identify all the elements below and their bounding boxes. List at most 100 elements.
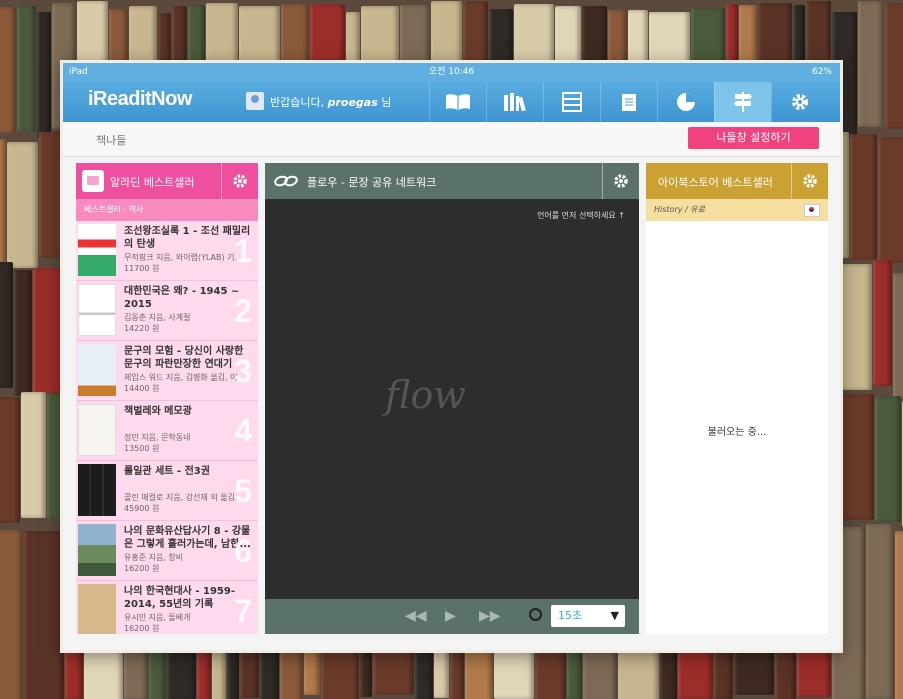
page-title: 책나들 [96,134,127,147]
avatar[interactable] [246,92,264,110]
sub-header: 책나들 나들창 설정하기 [63,122,840,157]
book-cover [78,404,116,456]
book-author: 김동춘 지음, 사계절 [124,313,191,322]
tab-notes[interactable] [600,82,657,122]
book-spine [878,137,903,263]
book-title: 책벌레와 메모광 [124,406,192,417]
arrow-up-icon: ↑ [618,211,625,220]
book-spine [0,262,13,388]
panel-header: 알라딘 베스트셀러 [76,163,258,199]
list-item[interactable]: 대한민국은 왜? - 1945 ~ 2015 김동춘 지음, 사계절 14220… [76,281,258,341]
rank-number: 1 [234,233,252,269]
loading-text: 불러오는 중... [707,427,767,438]
tab-library[interactable] [486,82,543,122]
top-navbar: iReaditNow 반갑습니다, proegas 님 [63,82,840,122]
setup-button[interactable]: 나들창 설정하기 [688,127,819,149]
list-item[interactable]: 조선왕조실록 1 - 조선 패밀리의 탄생 무적핑크 지음, 와이랩(YLAB)… [76,221,258,281]
tab-chart[interactable] [657,82,714,122]
book-icon [446,94,470,110]
book-spine [14,270,32,396]
book-author: 무적핑크 지음, 와이랩(YLAB) 기... [124,253,243,262]
book-cover [78,224,116,276]
aladin-bestseller-panel: 알라딘 베스트셀러 베스트셀러 - 역사 조선왕조실록 1 - 조선 패밀리의 … [76,163,258,634]
rank-number: 3 [234,353,252,389]
signpost-icon [734,92,752,112]
greeting: 반갑습니다, proegas 님 [270,94,391,110]
book-icon [82,170,104,192]
book-author: 정민 지음, 문학동네 [124,433,191,442]
status-bar: iPad 오전 10:46 62% [63,63,840,82]
panel-settings-button[interactable] [791,163,828,199]
notes-icon [622,94,636,111]
book-author: 유홍준 지음, 창비 [124,553,184,562]
tab-shelf[interactable] [543,82,600,122]
book-spine [893,273,903,399]
book-title: 문구의 모험 - 당신이 사랑한 문구의 파란만장한 연대기 [124,346,244,370]
book-title: 나의 한국현대사 - 1959-2014, 55년의 기록 [124,586,235,610]
tab-signpost[interactable] [714,82,771,122]
gear-icon [233,174,247,188]
book-cover [78,584,116,634]
interval-select[interactable]: 15초 ▼ [551,605,625,627]
rank-number: 4 [234,413,252,449]
book-author: 유시민 지음, 돌베개 [124,613,191,622]
panel-settings-button[interactable] [221,163,258,199]
ibookstore-bestseller-panel: 아이북스토어 베스트셀러 History / 유료 불러오는 중... [646,163,828,634]
book-price: 13500 원 [124,444,160,453]
rank-number: 5 [234,473,252,509]
settings-icon [792,94,808,110]
play-icon[interactable]: ▶ [445,608,456,624]
rank-number: 7 [234,593,252,629]
username: proegas [327,96,378,109]
book-cover [78,344,116,396]
book-title: 나의 문화유산답사기 8 - 강물은 그렇게 흘러가는데, 남한... [124,526,251,550]
book-spine [841,394,874,520]
list-item[interactable]: 나의 문화유산답사기 8 - 강물은 그렇게 흘러가는데, 남한... 유홍준 … [76,521,258,581]
rewind-icon[interactable]: ◀◀ [405,608,427,624]
panel-settings-button[interactable] [602,163,639,199]
honorific: 님 [381,96,392,109]
panel-title: 아이북스토어 베스트셀러 [658,176,773,189]
gear-icon [614,174,628,188]
list-item[interactable]: 나의 한국현대사 - 1959-2014, 55년의 기록 유시민 지음, 돌베… [76,581,258,634]
book-author: 제임스 워드 지음, 김병화 옮김, 어... [124,373,246,382]
rank-number: 2 [234,293,252,329]
tab-settings[interactable] [771,82,828,122]
book-spine [895,531,903,699]
category-label[interactable]: History / 유료 [646,199,828,221]
list-item[interactable]: 책벌레와 메모광 정민 지음, 문학동네 13500 원 4 [76,401,258,461]
interval-value: 15초 [558,609,583,622]
hint-text: 언어를 먼저 선택하세요 [537,211,616,220]
link-icon [273,173,299,193]
book-price: 11700 원 [124,264,160,273]
book-cover [78,524,116,576]
flow-panel: 플로우 - 문장 공유 네트워크 언어를 먼저 선택하세요 ↑ flow ◀◀ … [265,163,639,634]
chart-icon [677,93,695,111]
book-price: 45900 원 [124,504,160,513]
nav-tabs [429,82,828,122]
korea-flag-icon[interactable] [804,204,820,217]
book-price: 14220 원 [124,324,160,333]
gear-icon [803,174,817,188]
shelf-icon [562,92,582,112]
language-hint[interactable]: 언어를 먼저 선택하세요 ↑ [537,210,625,221]
book-spine [885,3,903,129]
panel-header: 아이북스토어 베스트셀러 [646,163,828,199]
category-label: 베스트셀러 - 역사 [76,199,258,221]
list-item[interactable]: 문구의 모험 - 당신이 사랑한 문구의 파란만장한 연대기 제임스 워드 지음… [76,341,258,401]
tab-book[interactable] [429,82,486,122]
book-price: 16200 원 [124,624,160,633]
book-spine [0,139,6,265]
panel-header: 플로우 - 문장 공유 네트워크 [265,163,639,199]
battery-level: 62% [811,67,832,77]
book-spine [24,531,64,699]
list-item[interactable]: 롤일관 세트 - 전3권 콜린 매컬로 지음, 강선재 외 옮김... 4590… [76,461,258,521]
timer-icon [529,608,542,621]
fast-forward-icon[interactable]: ▶▶ [479,608,501,624]
book-spine [850,134,877,260]
playback-controls: ◀◀ ▶ ▶▶ 15초 ▼ [265,599,639,634]
book-spine [866,524,894,699]
app-logo: iReaditNow [88,88,192,110]
category-text: History / 유료 [654,205,705,214]
book-spine [0,530,23,699]
